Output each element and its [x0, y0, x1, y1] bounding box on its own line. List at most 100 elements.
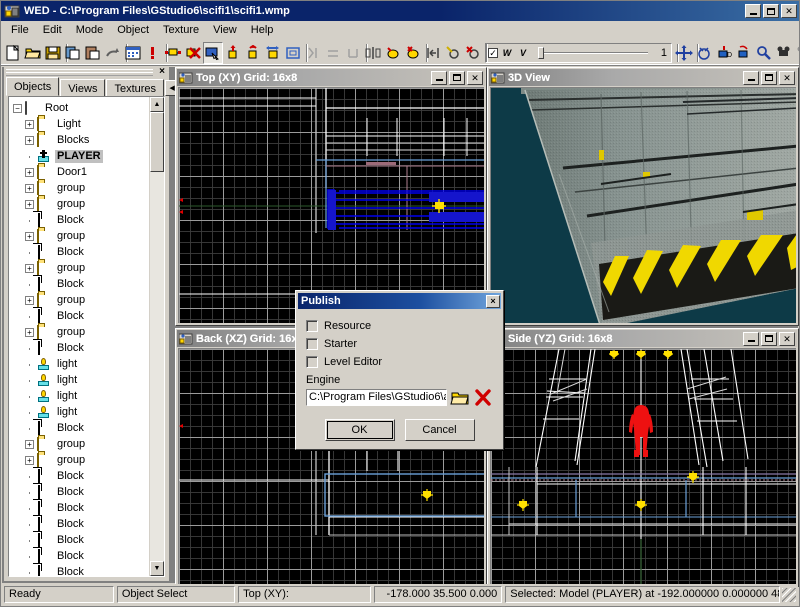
object-select-icon[interactable]	[203, 42, 223, 64]
expand-node-icon[interactable]: +	[25, 200, 34, 209]
menu-mode[interactable]: Mode	[69, 21, 111, 39]
tab-views[interactable]: Views	[60, 79, 105, 96]
resource-checkbox[interactable]	[306, 320, 318, 332]
viewport-maximize-button[interactable]	[449, 71, 465, 85]
menu-edit[interactable]: Edit	[36, 21, 69, 39]
panel-grip-bar[interactable]: ×	[4, 67, 169, 77]
pan-tool-icon[interactable]	[674, 42, 694, 64]
tree-item-block[interactable]: Block	[13, 420, 149, 436]
panel-close-button[interactable]: ×	[156, 67, 168, 77]
object-tree-scroll-area[interactable]: −Root+Light+BlocksPLAYER+Door1+group+gro…	[9, 97, 149, 576]
block-mode-icon[interactable]	[283, 42, 303, 64]
snap-3-icon[interactable]	[343, 42, 363, 64]
snap-2-icon[interactable]	[323, 42, 343, 64]
view-level-slider-group[interactable]: ✓ W V 1	[485, 43, 672, 63]
ok-button[interactable]: OK	[325, 419, 395, 441]
expand-node-icon[interactable]: +	[25, 120, 34, 129]
object-tree-scrollbar[interactable]: ▲ ▼	[149, 97, 164, 576]
zoom-tool-icon[interactable]	[754, 42, 774, 64]
tab-objects[interactable]: Objects	[6, 77, 59, 96]
expand-node-icon[interactable]: +	[25, 328, 34, 337]
open-file-icon[interactable]	[23, 42, 43, 64]
camera-icon[interactable]	[774, 42, 794, 64]
remove-light-icon[interactable]	[403, 42, 423, 64]
undo-icon[interactable]	[103, 42, 123, 64]
red-x-icon[interactable]	[473, 388, 493, 406]
scroll-up-button[interactable]: ▲	[150, 97, 164, 112]
viewport-side-canvas[interactable]	[490, 348, 796, 584]
tree-item-player[interactable]: PLAYER	[13, 148, 149, 164]
mirror-icon[interactable]	[363, 42, 383, 64]
tree-item-block[interactable]: Block	[13, 244, 149, 260]
menu-file[interactable]: File	[4, 21, 36, 39]
expand-node-icon[interactable]: +	[25, 264, 34, 273]
view-level-slider[interactable]	[534, 45, 650, 61]
starter-checkbox[interactable]	[306, 338, 318, 350]
expand-node-icon[interactable]: +	[25, 440, 34, 449]
menu-object[interactable]: Object	[110, 21, 156, 39]
viewport-minimize-button[interactable]	[743, 332, 759, 346]
publish-dialog[interactable]: Publish × Resource Starter Level Editor …	[295, 290, 504, 450]
cancel-button[interactable]: Cancel	[405, 419, 475, 441]
render-3d-alt-icon[interactable]	[734, 42, 754, 64]
tree-item-block[interactable]: Block	[13, 340, 149, 356]
copy-icon[interactable]	[63, 42, 83, 64]
viewport-3d-canvas[interactable]	[490, 87, 796, 323]
expand-node-icon[interactable]: +	[25, 168, 34, 177]
expand-node-icon[interactable]: +	[25, 232, 34, 241]
collapse-node-icon[interactable]: −	[13, 104, 22, 113]
expand-node-icon[interactable]: +	[25, 456, 34, 465]
tree-item-group[interactable]: +group	[13, 436, 149, 452]
viewport-side-yz[interactable]: Side (YZ) Grid: 16x8 ✕	[487, 328, 799, 587]
menu-help[interactable]: Help	[244, 21, 281, 39]
level-editor-checkbox[interactable]	[306, 356, 318, 368]
viewport-minimize-button[interactable]	[743, 71, 759, 85]
engine-path-input[interactable]: C:\Program Files\GStudio6\ackn	[306, 389, 447, 406]
checkbox-row-resource[interactable]: Resource	[306, 317, 493, 334]
tree-item-group[interactable]: +group	[13, 180, 149, 196]
expand-node-icon[interactable]: +	[25, 296, 34, 305]
scrollbar-thumb[interactable]	[150, 112, 164, 172]
tree-item-block[interactable]: Block	[13, 308, 149, 324]
snap-vertex-del-icon[interactable]	[463, 42, 483, 64]
tree-item-block[interactable]: Block	[13, 276, 149, 292]
preview-toggle-icon[interactable]	[694, 42, 714, 64]
move-object-icon[interactable]	[223, 42, 243, 64]
window-close-button[interactable]: ✕	[781, 4, 797, 18]
delete-vertex-icon[interactable]	[183, 42, 203, 64]
viewport-maximize-button[interactable]	[761, 332, 777, 346]
camera-off-icon[interactable]	[794, 42, 800, 64]
viewport-minimize-button[interactable]	[431, 71, 447, 85]
vertex-mode-icon[interactable]	[163, 42, 183, 64]
viewport-maximize-button[interactable]	[761, 71, 777, 85]
scale-object-icon[interactable]	[263, 42, 283, 64]
render-3d-icon[interactable]: D	[714, 42, 734, 64]
scroll-down-button[interactable]: ▼	[150, 561, 164, 576]
save-file-icon[interactable]	[43, 42, 63, 64]
view-level-checkbox[interactable]: ✓	[488, 48, 498, 58]
publish-dialog-close-button[interactable]: ×	[486, 295, 500, 308]
snap-vertex-add-icon[interactable]	[443, 42, 463, 64]
add-light-icon[interactable]	[383, 42, 403, 64]
new-file-icon[interactable]	[3, 42, 23, 64]
expand-node-icon[interactable]: +	[25, 184, 34, 193]
viewport-close-button[interactable]: ✕	[779, 71, 795, 85]
tree-item-root[interactable]: −Root	[13, 100, 149, 116]
window-maximize-button[interactable]	[763, 4, 779, 18]
snap-1-icon[interactable]	[303, 42, 323, 64]
window-minimize-button[interactable]	[745, 4, 761, 18]
checkbox-row-level-editor[interactable]: Level Editor	[306, 353, 493, 370]
tree-item-blocks[interactable]: +Blocks	[13, 132, 149, 148]
folder-open-icon[interactable]	[450, 388, 470, 406]
resize-grip[interactable]	[782, 588, 796, 602]
checkbox-row-starter[interactable]: Starter	[306, 335, 493, 352]
sort-start-icon[interactable]	[423, 42, 443, 64]
tree-item-light[interactable]: light	[13, 356, 149, 372]
paste-icon[interactable]	[83, 42, 103, 64]
menu-view[interactable]: View	[206, 21, 244, 39]
rotate-object-icon[interactable]	[243, 42, 263, 64]
tree-item-light[interactable]: +Light	[13, 116, 149, 132]
viewport-close-button[interactable]: ✕	[779, 332, 795, 346]
tab-textures[interactable]: Textures	[106, 79, 164, 96]
tree-item-block[interactable]: Block	[13, 564, 149, 576]
